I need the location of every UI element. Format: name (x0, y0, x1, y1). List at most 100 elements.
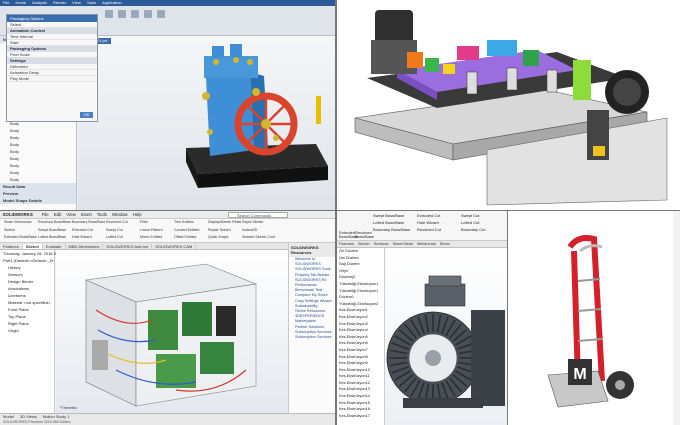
menu-item[interactable]: Home (12, 0, 29, 5)
tree-item[interactable]: Kes-Ekstrüzyon11 (337, 373, 384, 380)
tree-item[interactable]: Orijin (337, 268, 384, 275)
menu-item[interactable]: Analysis (29, 0, 50, 5)
resource-link[interactable]: Subscription Services (289, 335, 335, 340)
tree-item[interactable]: Part1 (Default<<Default>_Di (0, 257, 54, 264)
menu-item[interactable]: File (0, 0, 12, 5)
tree-item[interactable]: Kes-Ekstrüzyon3 (337, 321, 384, 328)
navigator-row[interactable]: Body (0, 134, 76, 141)
tree-item[interactable]: Kes-Ekstrüzyon12 (337, 380, 384, 387)
ribbon-button[interactable]: Swept Cut (461, 213, 479, 218)
resource-link[interactable]: 3DEXPERIENCE Marketplace (289, 314, 335, 324)
bottom-tab[interactable]: 3D Views (17, 414, 40, 419)
tab[interactable]: Features (337, 242, 356, 246)
ribbon-button[interactable]: Swept Boss/Base (373, 213, 404, 218)
menu-item[interactable]: Insert (78, 212, 94, 217)
ribbon-button[interactable]: Lofted Boss/Base (373, 220, 404, 225)
tree-item[interactable]: Kes-Ekstrüzyon10 (337, 367, 384, 374)
menu-item[interactable]: Application (99, 0, 125, 5)
ribbon-button[interactable]: Boundary Cut (461, 227, 485, 232)
menu-item[interactable]: View (64, 212, 78, 217)
tree-item[interactable]: Thursday, January 28, 2016 9:42:16 AM GM… (0, 250, 84, 257)
ribbon-button[interactable]: Boundary Boss/Base (373, 227, 410, 232)
menu-item[interactable]: Window (109, 212, 130, 217)
tree-item[interactable]: Origin (0, 327, 54, 334)
bottom-tab[interactable]: Model (0, 414, 17, 419)
tree-item[interactable]: Right Plane (0, 320, 54, 327)
tree-item[interactable]: Yüksekliği-Ekstrüzyon2 (337, 301, 384, 308)
ribbon-button[interactable]: Convert Entities (174, 228, 207, 232)
tree-item[interactable]: Kes-Ekstrüzyon16 (337, 406, 384, 413)
ok-button[interactable]: OK (80, 112, 93, 118)
tree-item[interactable]: Düzlem1 (337, 294, 384, 301)
ribbon-button[interactable]: Swept Boss/Base (38, 228, 71, 232)
ribbon-button[interactable]: Extruded Boss/Base (4, 235, 37, 239)
nx-graphics-viewport[interactable] (78, 36, 335, 210)
toolbar-icon[interactable] (157, 10, 165, 18)
navigator-row[interactable]: Body (0, 162, 76, 169)
toolbar-icon[interactable] (131, 10, 139, 18)
ribbon-button[interactable]: Rapid Sketch (242, 220, 275, 224)
tree-item[interactable]: Kes-Ekstrüzyon5 (337, 334, 384, 341)
ribbon-button[interactable]: Lofted Cut (461, 220, 479, 225)
tab[interactable]: Weldments (415, 242, 438, 246)
motor-graphics-viewport[interactable] (385, 248, 507, 425)
navigator-row[interactable]: Body (0, 169, 76, 176)
tab-sketch[interactable]: Sketch (22, 244, 43, 249)
ribbon-button[interactable]: Offset Entities (174, 235, 207, 239)
dialog-row[interactable]: Play Mode (7, 76, 97, 82)
resource-link[interactable]: Welcome to SOLIDWORKS (289, 257, 335, 267)
ribbon-button[interactable]: Shaded Sketch Contours (242, 235, 275, 239)
ribbon-button[interactable]: Fillet (140, 220, 173, 224)
sw-graphics-viewport[interactable]: *Trimetric (56, 250, 288, 413)
navigator-row[interactable]: Body (0, 127, 76, 134)
tree-item[interactable]: Kes-Ekstrüzyon14 (337, 393, 384, 400)
tree-item[interactable]: Kes-Ekstrüzyon6 (337, 340, 384, 347)
navigator-section[interactable]: Result Data (0, 183, 76, 190)
tree-item[interactable]: Kes-Ekstrüzyon4 (337, 327, 384, 334)
tree-item[interactable]: Design Binder (0, 278, 54, 285)
navigator-row[interactable]: Body (0, 176, 76, 183)
ribbon-button[interactable]: Mirror Entities (140, 235, 173, 239)
tree-item[interactable]: Front Plane (0, 306, 54, 313)
tree-item[interactable]: Sağ Düzlem (337, 261, 384, 268)
ribbon-button[interactable]: Revolved Cut (417, 227, 441, 232)
tree-item[interactable]: Kes-Ekstrüzyon9 (337, 360, 384, 367)
resource-link[interactable]: Performance Benchmark Test (289, 283, 335, 293)
ribbon-button[interactable]: Extruded Cut (72, 228, 105, 232)
ribbon-button[interactable]: Extruded Boss/Base (339, 231, 358, 239)
toolbar-icon[interactable] (144, 10, 152, 18)
tab[interactable]: Surfaces (372, 242, 391, 246)
ribbon-button[interactable]: Quick Snaps (208, 235, 241, 239)
tree-item[interactable]: Ön Düzlem (337, 248, 384, 255)
tab-solidworks-cam[interactable]: SOLIDWORKS CAM (152, 244, 197, 249)
menu-item[interactable]: Tools (94, 212, 109, 217)
toolbar-icon[interactable] (118, 10, 126, 18)
search-input[interactable]: Search Commands (228, 212, 288, 218)
tab[interactable]: Sheet Metal (391, 242, 415, 246)
tab[interactable]: Sketch (356, 242, 372, 246)
toolbar-icon[interactable] (105, 10, 113, 18)
navigator-row[interactable]: Body (0, 141, 76, 148)
ribbon-button[interactable]: Revolved Cut (106, 220, 139, 224)
tree-item[interactable]: Sensors (0, 271, 54, 278)
tab-mbd-dimensions[interactable]: MBD Dimensions (65, 244, 104, 249)
tree-item[interactable]: Yüksekliği-Ekstrüzyon1 (337, 281, 384, 288)
menu-item[interactable]: Edit (51, 212, 64, 217)
tab-solidworks-add-ins[interactable]: SOLIDWORKS Add-Ins (103, 244, 153, 249)
bottom-tab[interactable]: Motion Study 1 (40, 414, 73, 419)
menu-item[interactable]: File (39, 212, 51, 217)
ribbon-button[interactable]: Swept Cut (106, 228, 139, 232)
tab-evaluate[interactable]: Evaluate (42, 244, 66, 249)
ribbon-button[interactable]: Lofted Cut (106, 235, 139, 239)
navigator-section[interactable]: Model Shape Details (0, 197, 76, 204)
tree-item[interactable]: Annotations (0, 285, 54, 292)
ribbon-button[interactable]: Boundary Boss/Base (72, 220, 105, 224)
ribbon-button[interactable]: Trim Entities (174, 220, 207, 224)
tree-item[interactable]: Kes-Ekstrüzyon17 (337, 413, 384, 420)
tree-item[interactable]: Kes-Ekstrüzyon1 (337, 307, 384, 314)
tree-item[interactable]: History (0, 264, 54, 271)
ribbon-button[interactable]: Repair Sketch (208, 228, 241, 232)
ribbon-button[interactable]: Lofted Boss/Base (38, 235, 71, 239)
tree-item[interactable]: Kes-Ekstrüzyon7 (337, 347, 384, 354)
tree-item[interactable]: Material <not specified> (0, 299, 54, 306)
